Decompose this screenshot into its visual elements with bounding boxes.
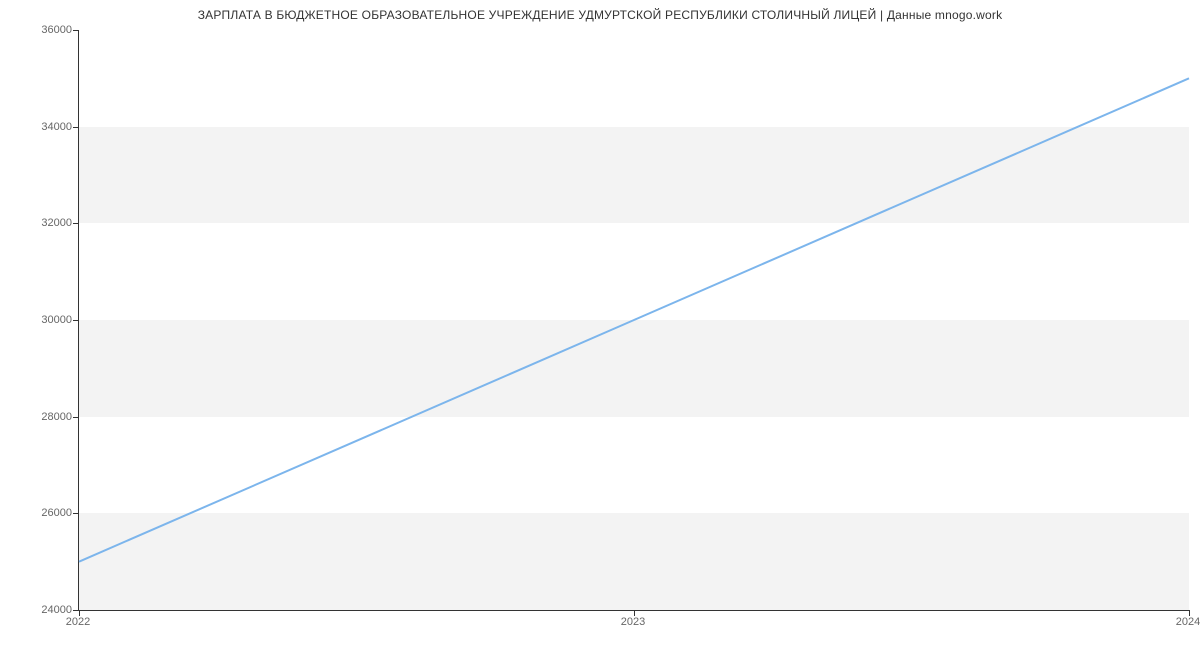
x-tick [1189,610,1190,616]
x-tick-label: 2023 [621,616,645,628]
chart-container: ЗАРПЛАТА В БЮДЖЕТНОЕ ОБРАЗОВАТЕЛЬНОЕ УЧР… [0,0,1200,650]
x-tick [634,610,635,616]
y-tick-label: 32000 [41,217,72,229]
y-tick-label: 26000 [41,507,72,519]
plot-area [78,30,1189,611]
data-line [79,30,1189,610]
y-tick-label: 34000 [41,121,72,133]
y-tick-label: 28000 [41,411,72,423]
chart-title: ЗАРПЛАТА В БЮДЖЕТНОЕ ОБРАЗОВАТЕЛЬНОЕ УЧР… [0,8,1200,22]
x-tick [79,610,80,616]
y-tick-label: 24000 [41,604,72,616]
y-tick-label: 36000 [41,24,72,36]
x-tick-label: 2024 [1176,616,1200,628]
y-tick-label: 30000 [41,314,72,326]
x-tick-label: 2022 [66,616,90,628]
